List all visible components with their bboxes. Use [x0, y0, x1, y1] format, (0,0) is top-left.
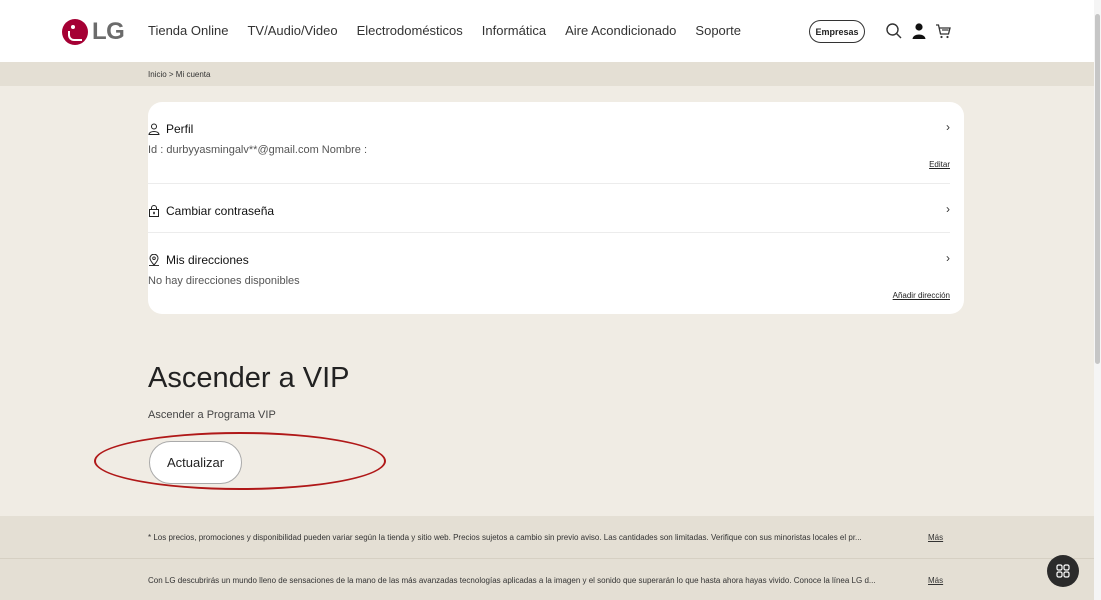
profile-details: Id : durbyyasmingalv**@gmail.com Nombre … — [148, 144, 368, 156]
cart-icon[interactable] — [934, 22, 952, 40]
nav-tv-audio-video[interactable]: TV/Audio/Video — [247, 23, 337, 38]
nav-electrodomesticos[interactable]: Electrodomésticos — [357, 23, 463, 38]
disclaimer-brand: Con LG descubrirás un mundo lleno de sen… — [0, 558, 1094, 600]
main-nav: Tienda Online TV/Audio/Video Electrodomé… — [148, 23, 760, 38]
disclaimer-prices: * Los precios, promociones y disponibili… — [0, 516, 1094, 558]
nav-informatica[interactable]: Informática — [482, 23, 546, 38]
lock-icon — [149, 205, 159, 217]
page-scrollbar[interactable] — [1094, 0, 1101, 600]
nav-aire-acondicionado[interactable]: Aire Acondicionado — [565, 23, 676, 38]
divider — [148, 232, 950, 233]
user-icon[interactable] — [910, 22, 928, 40]
more-link[interactable]: Más — [928, 576, 943, 585]
grid-icon — [1056, 564, 1070, 578]
addresses-label: Mis direcciones — [166, 253, 249, 267]
chevron-right-icon[interactable]: › — [946, 251, 950, 265]
lg-logo-icon — [62, 19, 88, 45]
password-title[interactable]: Cambiar contraseña — [148, 204, 274, 218]
vip-title: Ascender a VIP — [148, 362, 350, 394]
location-pin-icon — [149, 254, 159, 266]
profile-label: Perfil — [166, 122, 194, 136]
empresas-button[interactable]: Empresas — [809, 20, 865, 43]
chevron-right-icon[interactable]: › — [946, 120, 950, 134]
profile-title[interactable]: Perfil — [148, 122, 193, 136]
disclaimer-text: * Los precios, promociones y disponibili… — [148, 533, 862, 542]
addresses-title[interactable]: Mis direcciones — [148, 253, 249, 267]
breadcrumb-bar: Inicio > Mi cuenta — [0, 62, 1094, 86]
search-icon[interactable] — [885, 22, 903, 40]
site-header: LG Tienda Online TV/Audio/Video Electrod… — [0, 0, 1094, 62]
account-card: Perfil › Id : durbyyasmingalv**@gmail.co… — [148, 102, 964, 314]
add-address-link[interactable]: Añadir dirección — [893, 291, 950, 300]
vip-subtitle: Ascender a Programa VIP — [148, 409, 276, 421]
disclaimer-text: Con LG descubrirás un mundo lleno de sen… — [148, 576, 876, 585]
divider — [148, 183, 950, 184]
more-link[interactable]: Más — [928, 533, 943, 542]
addresses-details: No hay direcciones disponibles — [148, 275, 300, 287]
person-icon — [148, 123, 160, 135]
breadcrumb[interactable]: Inicio > Mi cuenta — [148, 70, 210, 79]
floating-menu-button[interactable] — [1047, 555, 1079, 587]
lg-logo[interactable]: LG — [62, 18, 125, 46]
chevron-right-icon[interactable]: › — [946, 202, 950, 216]
logo-text: LG — [92, 18, 125, 45]
edit-profile-link[interactable]: Editar — [929, 160, 950, 169]
password-label: Cambiar contraseña — [166, 204, 275, 218]
nav-soporte[interactable]: Soporte — [695, 23, 741, 38]
scrollbar-thumb[interactable] — [1095, 14, 1100, 364]
update-button[interactable]: Actualizar — [149, 441, 242, 484]
nav-tienda-online[interactable]: Tienda Online — [148, 23, 228, 38]
